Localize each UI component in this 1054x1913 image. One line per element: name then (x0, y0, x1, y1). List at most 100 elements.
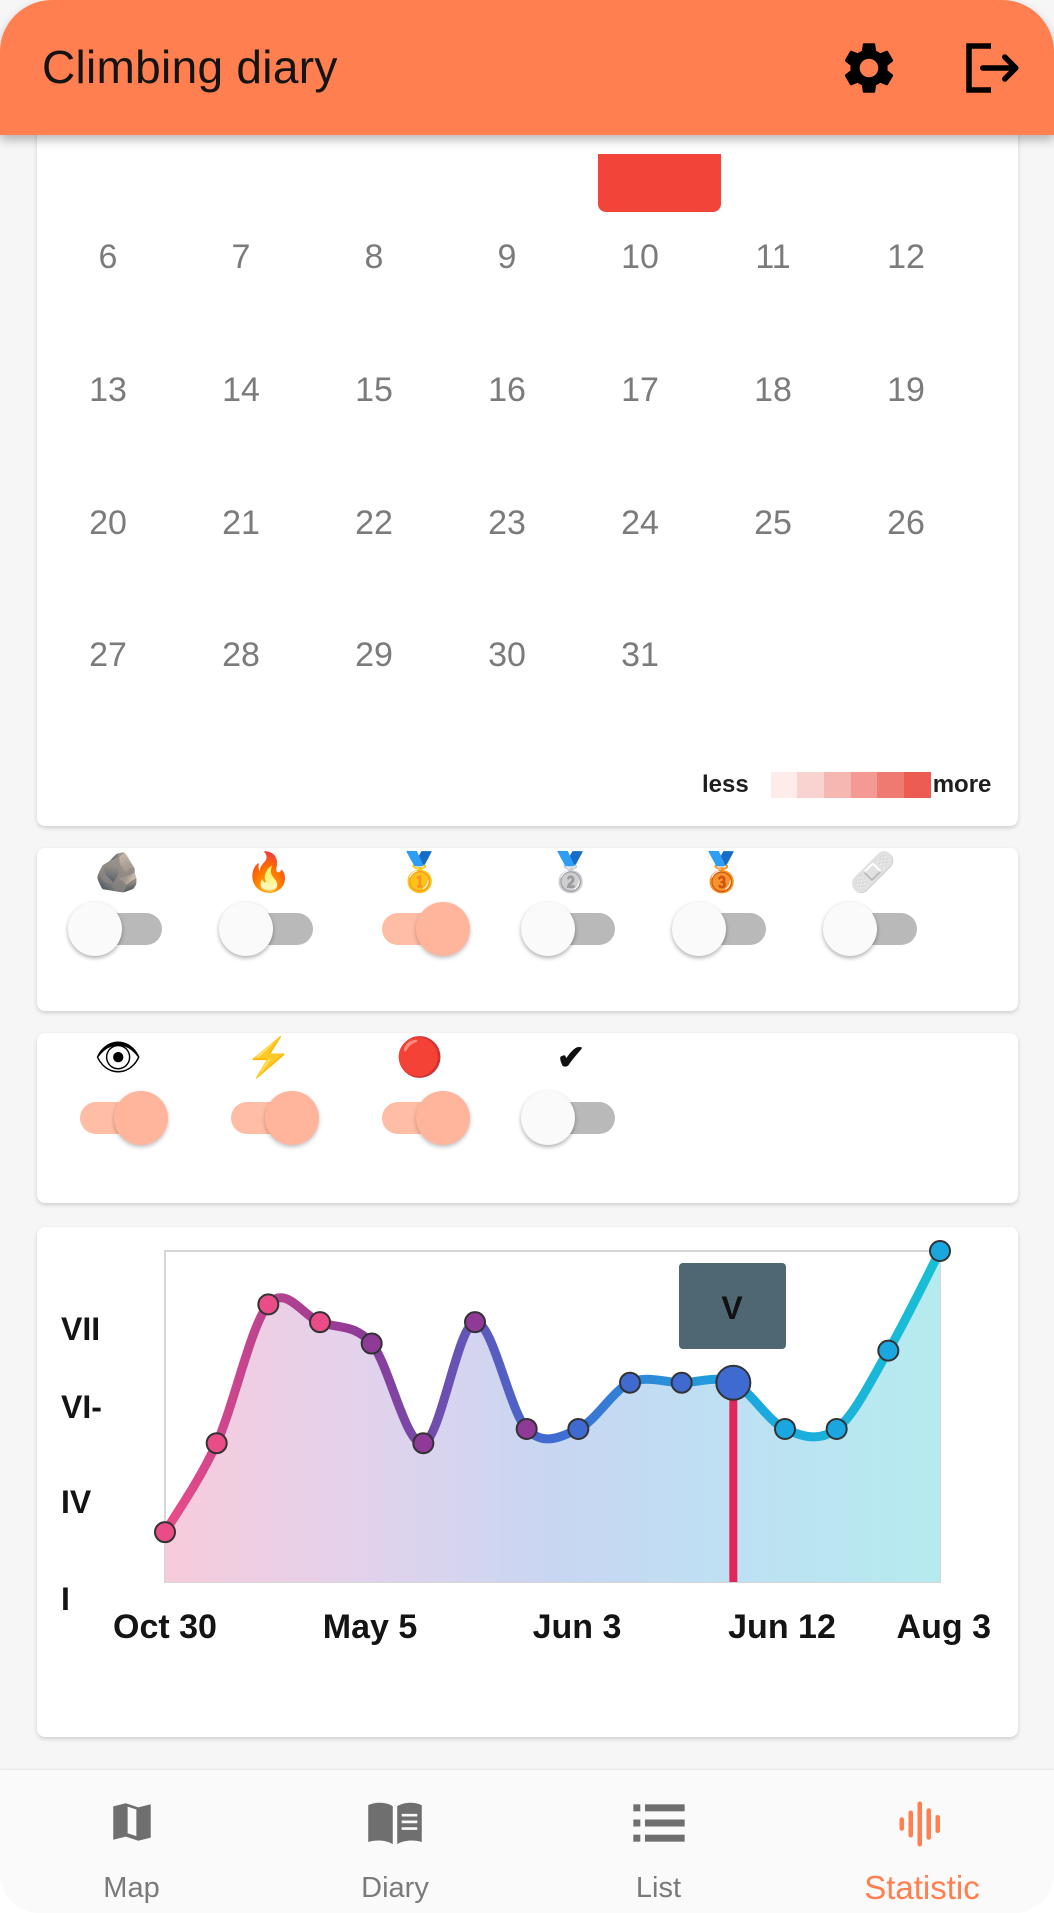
calendar-day[interactable]: 20 (42, 504, 174, 543)
filter-toggle[interactable] (521, 1090, 621, 1145)
calendar-day[interactable]: 6 (42, 238, 174, 277)
legend-less-label: less (702, 771, 749, 798)
filter-toggle[interactable] (521, 901, 621, 956)
list-icon (527, 1797, 790, 1855)
calendar-day[interactable]: 29 (308, 636, 440, 675)
tooltip-label: V (721, 1290, 743, 1326)
legend-swatch (824, 772, 851, 798)
legend-swatch (904, 772, 931, 798)
x-tick-label: Jun 3 (533, 1608, 622, 1646)
grade-chart[interactable]: V I IV VI- VII Oct 30 May 5 Jun 3 Jun 12 Aug 3 (37, 1227, 1018, 1737)
nav-item-list[interactable]: List (527, 1770, 790, 1913)
toggle-thumb[interactable] (521, 902, 575, 956)
calendar-day[interactable]: 28 (175, 636, 307, 675)
data-point[interactable] (464, 1311, 486, 1334)
filter-gold-medal: 🥇 (365, 848, 475, 978)
calendar-day[interactable]: 19 (840, 371, 972, 410)
calendar-day[interactable]: 25 (707, 504, 839, 543)
calendar-day[interactable]: 9 (441, 238, 573, 277)
data-point[interactable] (515, 1417, 538, 1440)
data-point[interactable] (309, 1311, 331, 1334)
style-filter-card: 👁 ⚡ 🔴 ✔ (37, 1033, 1018, 1203)
filter-toggle[interactable] (370, 1090, 470, 1145)
filter-toggle[interactable] (219, 1090, 319, 1145)
nav-label: Diary (361, 1872, 429, 1904)
data-point[interactable] (825, 1417, 848, 1440)
selected-data-point[interactable] (715, 1364, 752, 1401)
toggle-thumb[interactable] (672, 902, 726, 956)
toggle-thumb[interactable] (416, 902, 470, 956)
data-point[interactable] (257, 1293, 280, 1316)
highlighted-day-marker[interactable] (598, 154, 721, 212)
filter-toggle[interactable] (823, 901, 923, 956)
nav-label: List (635, 1872, 682, 1904)
calendar-day[interactable]: 30 (441, 636, 573, 675)
calendar-day[interactable]: 16 (441, 371, 573, 410)
calendar-day[interactable]: 7 (175, 238, 307, 277)
data-point[interactable] (877, 1339, 900, 1362)
book-icon (264, 1797, 527, 1855)
toggle-thumb[interactable] (521, 1091, 575, 1145)
eye-icon: 👁 (93, 1037, 143, 1079)
bronze-medal-icon: 🥉 (698, 852, 746, 894)
nav-item-map[interactable]: Map (0, 1770, 263, 1913)
map-icon (0, 1797, 263, 1855)
app-bar: Climbing diary (0, 0, 1054, 135)
filter-bronze-medal: 🥉 (667, 848, 777, 978)
calendar-day[interactable]: 11 (707, 238, 839, 277)
data-point[interactable] (619, 1371, 641, 1394)
settings-button[interactable] (831, 30, 907, 106)
calendar-day[interactable]: 23 (441, 504, 573, 543)
nav-item-statistic[interactable]: Statistic (791, 1770, 1054, 1913)
calendar-day[interactable]: 10 (574, 238, 706, 277)
y-tick-label: VI- (61, 1389, 102, 1425)
calendar-day[interactable]: 24 (574, 504, 706, 543)
toggle-thumb[interactable] (265, 1091, 319, 1145)
filter-toggle[interactable] (68, 1090, 168, 1145)
y-tick-label: VII (61, 1311, 100, 1347)
data-point[interactable] (774, 1417, 796, 1440)
data-point[interactable] (670, 1371, 693, 1394)
silver-medal-icon: 🥈 (547, 852, 595, 894)
filter-toggle[interactable] (219, 901, 319, 956)
toggle-thumb[interactable] (68, 902, 122, 956)
toggle-thumb[interactable] (823, 902, 877, 956)
calendar-day[interactable]: 21 (175, 504, 307, 543)
data-point[interactable] (412, 1432, 435, 1455)
calendar-day[interactable]: 8 (308, 238, 440, 277)
nav-label: Statistic (864, 1869, 980, 1906)
filter-silver-medal: 🥈 (516, 848, 626, 978)
calendar-day[interactable]: 15 (308, 371, 440, 410)
calendar-day[interactable]: 27 (42, 636, 174, 675)
data-point[interactable] (567, 1417, 590, 1440)
data-point[interactable] (360, 1332, 383, 1355)
filter-toggle[interactable] (68, 901, 168, 956)
calendar-day[interactable]: 22 (308, 504, 440, 543)
filter-toggle[interactable] (370, 901, 470, 956)
data-point[interactable] (205, 1432, 228, 1455)
logout-button[interactable] (953, 30, 1029, 106)
calendar-day[interactable]: 26 (840, 504, 972, 543)
calendar-day[interactable]: 17 (574, 371, 706, 410)
filter-rock: 🪨 (63, 848, 173, 978)
calendar-day[interactable]: 14 (175, 371, 307, 410)
filter-lightning: ⚡ (214, 1033, 324, 1163)
grade-chart-card: V I IV VI- VII Oct 30 May 5 Jun 3 Jun 12 Aug 3 (37, 1227, 1018, 1737)
calendar-day[interactable]: 18 (707, 371, 839, 410)
calendar-day[interactable]: 12 (840, 238, 972, 277)
calendar-day[interactable]: 31 (574, 636, 706, 675)
calendar-day[interactable]: 13 (42, 371, 174, 410)
filter-toggle[interactable] (672, 901, 772, 956)
data-point[interactable] (929, 1240, 951, 1262)
toggle-thumb[interactable] (114, 1091, 168, 1145)
legend-swatch (797, 772, 825, 798)
x-tick-label: Jun 12 (728, 1608, 836, 1646)
nav-item-diary[interactable]: Diary (264, 1770, 527, 1913)
toggle-thumb[interactable] (219, 902, 273, 956)
app-title: Climbing diary (42, 41, 338, 93)
app-screen: Climbing diary 1 2 4 5 3 678910111213141… (0, 0, 1054, 1913)
filter-red-dot: 🔴 (365, 1033, 475, 1163)
filter-checkmark: ✔ (516, 1033, 626, 1163)
data-point[interactable] (154, 1521, 176, 1544)
toggle-thumb[interactable] (416, 1091, 470, 1145)
